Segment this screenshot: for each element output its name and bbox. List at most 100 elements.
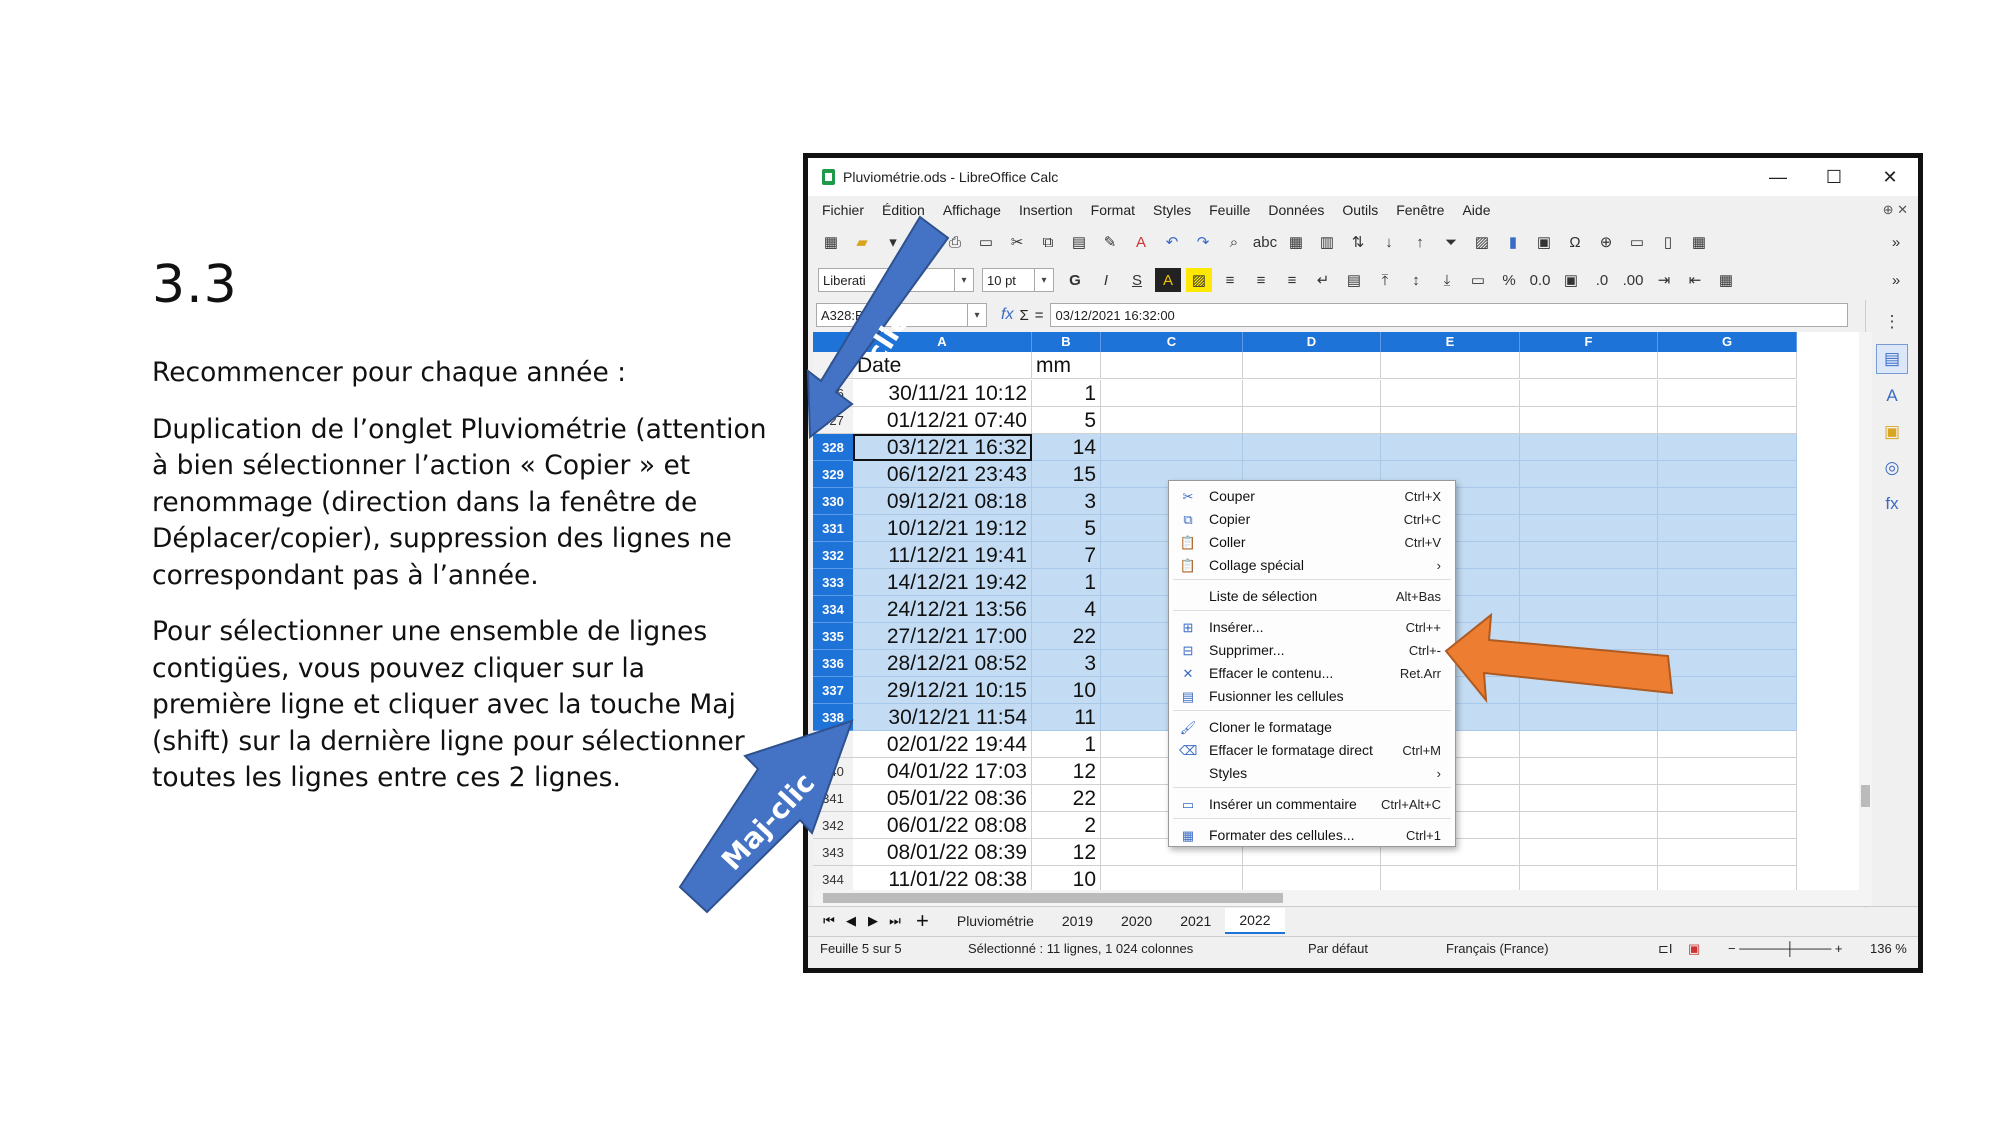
insert-image-icon[interactable]: ▨ (1469, 230, 1495, 254)
underline-icon[interactable]: S (1124, 268, 1150, 292)
prev-sheet-icon[interactable]: ◀ (842, 913, 860, 929)
cell-c[interactable] (1101, 380, 1243, 407)
cell-e[interactable] (1381, 407, 1520, 434)
cell-d[interactable] (1243, 866, 1381, 890)
cell-g[interactable] (1658, 839, 1797, 866)
cell-g[interactable] (1658, 434, 1797, 461)
first-sheet-icon[interactable]: ⏮ (820, 913, 838, 929)
cell-f[interactable] (1520, 461, 1658, 488)
menu-fichier[interactable]: Fichier (822, 202, 864, 218)
menu-insertion[interactable]: Insertion (1019, 202, 1073, 218)
cell-a[interactable]: 03/12/21 16:32 (853, 434, 1032, 461)
align-right-icon[interactable]: ≡ (1279, 268, 1305, 292)
select-all-corner[interactable] (813, 332, 853, 352)
ctx-item-copier[interactable]: ⧉ Copier Ctrl+C (1169, 508, 1455, 531)
cell-a[interactable]: 29/12/21 10:15 (853, 677, 1032, 704)
comment-icon[interactable]: ▭ (1624, 230, 1650, 254)
row-number[interactable]: 344 (813, 866, 853, 890)
selection-mode-icon[interactable]: ⊏I (1658, 941, 1673, 957)
cell-a[interactable]: 01/12/21 07:40 (853, 407, 1032, 434)
cell-f[interactable] (1520, 569, 1658, 596)
font-size-combo[interactable]: 10 pt ▾ (982, 268, 1054, 292)
cell-a[interactable]: 30/12/21 11:54 (853, 704, 1032, 731)
number-format-icon[interactable]: 0.0 (1527, 268, 1553, 292)
special-character-icon[interactable]: Ω (1562, 230, 1588, 254)
cell-g[interactable] (1658, 650, 1797, 677)
cell-b[interactable]: 1 (1032, 380, 1101, 407)
cell-a[interactable]: 09/12/21 08:18 (853, 488, 1032, 515)
cell-f[interactable] (1520, 488, 1658, 515)
row-number[interactable]: 331 (813, 515, 853, 542)
ctx-item-styles[interactable]: Styles › (1169, 762, 1455, 785)
cell-b[interactable]: mm (1032, 352, 1101, 379)
cell-b[interactable]: 22 (1032, 785, 1101, 812)
save-icon[interactable]: ▾ (880, 230, 906, 254)
align-top-icon[interactable]: ⤒ (1372, 268, 1398, 292)
cell-d[interactable] (1243, 380, 1381, 407)
vertical-scrollbar[interactable] (1859, 332, 1872, 890)
cell-f[interactable] (1520, 866, 1658, 890)
export-pdf-icon[interactable]: ▯ (911, 230, 937, 254)
row-number[interactable]: 329 (813, 461, 853, 488)
row-number[interactable]: 333 (813, 569, 853, 596)
ctx-item-formater-des-cellules[interactable]: ▦ Formater des cellules... Ctrl+1 (1169, 824, 1455, 847)
navigator-icon[interactable]: ◎ (1877, 454, 1907, 482)
tab-2019[interactable]: 2019 (1048, 909, 1107, 933)
remove-decimal-icon[interactable]: .00 (1620, 268, 1646, 292)
cell-a[interactable]: 14/12/21 19:42 (853, 569, 1032, 596)
add-sheet-icon[interactable]: + (916, 908, 929, 934)
row-number[interactable]: 338 (813, 704, 853, 731)
cell-c[interactable] (1101, 352, 1243, 379)
row-number[interactable]: 340 (813, 758, 853, 785)
ctx-item-collage-spécial[interactable]: 📋 Collage spécial › (1169, 554, 1455, 577)
insert-chart-icon[interactable]: ▮ (1500, 230, 1526, 254)
cell-d[interactable] (1243, 434, 1381, 461)
cell-e[interactable] (1381, 434, 1520, 461)
clear-format-icon[interactable]: A (1128, 230, 1154, 254)
italic-icon[interactable]: I (1093, 268, 1119, 292)
cell-f[interactable] (1520, 623, 1658, 650)
table-row[interactable]: 328 03/12/21 16:32 14 (813, 434, 1859, 461)
date-format-icon[interactable]: ▣ (1558, 268, 1584, 292)
ctx-item-insérer[interactable]: ⊞ Insérer... Ctrl++ (1169, 616, 1455, 639)
cell-b[interactable]: 15 (1032, 461, 1101, 488)
cell-f[interactable] (1520, 380, 1658, 407)
column-header-b[interactable]: B (1032, 332, 1101, 352)
font-color-icon[interactable]: A (1155, 268, 1181, 292)
more-options-icon[interactable]: » (1883, 268, 1909, 292)
find-replace-icon[interactable]: ⌕ (1221, 230, 1247, 254)
cell-g[interactable] (1658, 596, 1797, 623)
cell-d[interactable] (1243, 352, 1381, 379)
cell-f[interactable] (1520, 812, 1658, 839)
cell-f[interactable] (1520, 704, 1658, 731)
cell-f[interactable] (1520, 542, 1658, 569)
column-header-d[interactable]: D (1243, 332, 1381, 352)
borders-icon[interactable]: ▦ (1713, 268, 1739, 292)
cell-c[interactable] (1101, 434, 1243, 461)
row-number[interactable]: 328 (813, 434, 853, 461)
function-wizard-icon[interactable]: fx (1001, 306, 1013, 324)
zoom-level[interactable]: 136 % (1870, 941, 1907, 956)
column-header-c[interactable]: C (1101, 332, 1243, 352)
chevron-down-icon[interactable]: ▾ (967, 304, 986, 326)
cell-a[interactable]: 11/01/22 08:38 (853, 866, 1032, 890)
row-number[interactable]: 343 (813, 839, 853, 866)
close-document-icon[interactable]: ⊕ ✕ (1883, 202, 1908, 218)
menu-format[interactable]: Format (1091, 202, 1135, 218)
row-number[interactable]: 334 (813, 596, 853, 623)
row-number[interactable]: 1 (813, 352, 853, 379)
cell-a[interactable]: 24/12/21 13:56 (853, 596, 1032, 623)
cell-f[interactable] (1520, 758, 1658, 785)
cell-g[interactable] (1658, 866, 1797, 890)
percent-icon[interactable]: % (1496, 268, 1522, 292)
pivot-table-icon[interactable]: ▣ (1531, 230, 1557, 254)
cell-b[interactable]: 7 (1032, 542, 1101, 569)
tab-2021[interactable]: 2021 (1166, 909, 1225, 933)
cell-a[interactable]: Date (853, 352, 1032, 379)
scroll-thumb[interactable] (1861, 785, 1870, 807)
cell-a[interactable]: 05/01/22 08:36 (853, 785, 1032, 812)
wrap-text-icon[interactable]: ↵ (1310, 268, 1336, 292)
row-number[interactable]: 337 (813, 677, 853, 704)
highlight-icon[interactable]: ▨ (1186, 268, 1212, 292)
cell-g[interactable] (1658, 461, 1797, 488)
